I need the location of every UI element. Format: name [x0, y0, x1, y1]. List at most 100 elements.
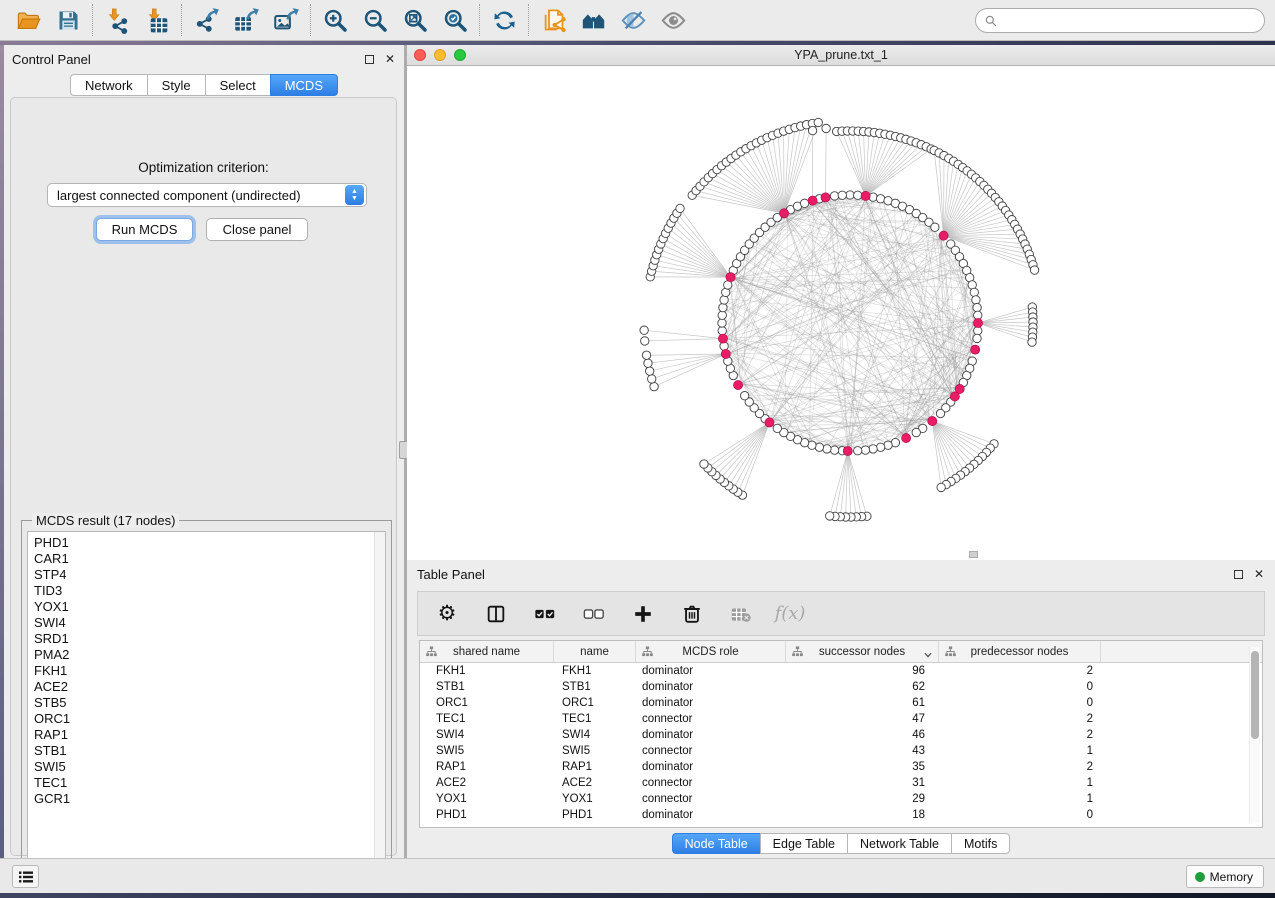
select-all-icon — [534, 603, 556, 625]
show-details-button[interactable] — [653, 3, 693, 37]
refresh-view-button[interactable] — [484, 3, 524, 37]
zoom-in-button[interactable] — [315, 3, 355, 37]
mcds-result-item[interactable]: FKH1 — [34, 663, 385, 679]
open-file-button[interactable] — [8, 3, 48, 37]
table-row[interactable]: ACE2ACE2connector311 — [420, 775, 1262, 791]
delete-column-icon — [681, 603, 703, 625]
table-row[interactable]: SWI5SWI5connector431 — [420, 743, 1262, 759]
main-toolbar — [0, 0, 1275, 41]
table-row[interactable]: SWI4SWI4dominator462 — [420, 727, 1262, 743]
mcds-result-item[interactable]: PMA2 — [34, 647, 385, 663]
panel-menu-button[interactable] — [12, 865, 39, 888]
column-header-predecessor-nodes[interactable]: predecessor nodes — [939, 641, 1101, 662]
table-row[interactable]: STB1STB1dominator620 — [420, 679, 1262, 695]
export-table-button[interactable] — [226, 3, 266, 37]
network-canvas[interactable] — [407, 66, 1275, 560]
table-row[interactable]: RAP1RAP1dominator352 — [420, 759, 1262, 775]
tab-style[interactable]: Style — [147, 74, 205, 96]
search-input[interactable] — [975, 8, 1265, 33]
tab-motifs[interactable]: Motifs — [951, 833, 1010, 854]
mcds-result-item[interactable]: SWI5 — [34, 759, 385, 775]
toolbar-separator — [92, 4, 93, 36]
network-window-titlebar[interactable]: YPA_prune.txt_1 — [407, 45, 1275, 66]
tab-network-table[interactable]: Network Table — [847, 833, 951, 854]
tab-edge-table[interactable]: Edge Table — [760, 833, 847, 854]
function-builder-button[interactable]: f(x) — [777, 601, 803, 627]
delete-table-button[interactable] — [728, 601, 754, 627]
tab-network[interactable]: Network — [70, 74, 147, 96]
mcds-result-item[interactable]: RAP1 — [34, 727, 385, 743]
mcds-panel: Optimization criterion: largest connecte… — [10, 97, 397, 856]
mcds-result-item[interactable]: STP4 — [34, 567, 385, 583]
run-mcds-button[interactable]: Run MCDS — [96, 218, 193, 241]
table-cell: 0 — [939, 697, 1101, 709]
table-cell: dominator — [636, 809, 786, 821]
float-table-panel-icon[interactable] — [1232, 568, 1244, 580]
function-builder-icon: f(x) — [775, 603, 806, 624]
deselect-all-button[interactable] — [581, 601, 607, 627]
mcds-result-item[interactable]: STB5 — [34, 695, 385, 711]
zoom-selected-button[interactable] — [435, 3, 475, 37]
import-network-button[interactable] — [97, 3, 137, 37]
mcds-list-scrollbar[interactable] — [374, 532, 385, 885]
mcds-result-item[interactable]: PHD1 — [34, 535, 385, 551]
mcds-result-item[interactable]: ACE2 — [34, 679, 385, 695]
mcds-result-item[interactable]: ORC1 — [34, 711, 385, 727]
close-panel-button[interactable]: Close panel — [206, 218, 308, 241]
network-graph[interactable] — [407, 66, 1275, 560]
canvas-resize-handle[interactable] — [969, 551, 978, 558]
table-scrollbar-thumb[interactable] — [1251, 651, 1259, 739]
close-panel-icon[interactable]: ✕ — [384, 53, 396, 65]
table-row[interactable]: ORC1ORC1dominator610 — [420, 695, 1262, 711]
mcds-result-item[interactable]: TEC1 — [34, 775, 385, 791]
table-row[interactable]: FKH1FKH1dominator962 — [420, 663, 1262, 679]
table-cell: SWI5 — [554, 745, 636, 757]
export-image-button[interactable] — [266, 3, 306, 37]
table-cell: FKH1 — [420, 665, 554, 677]
memory-button[interactable]: Memory — [1186, 865, 1264, 888]
columns-button[interactable] — [483, 601, 509, 627]
add-column-button[interactable] — [630, 601, 656, 627]
sort-chevron-icon[interactable] — [924, 649, 932, 661]
mcds-result-item[interactable]: GCR1 — [34, 791, 385, 807]
column-header-successor-nodes[interactable]: successor nodes — [786, 641, 939, 662]
tab-node-table[interactable]: Node Table — [672, 833, 760, 854]
table-cell: 2 — [939, 713, 1101, 725]
delete-column-button[interactable] — [679, 601, 705, 627]
zoom-fit-button[interactable] — [395, 3, 435, 37]
table-cell: STB1 — [420, 681, 554, 693]
mcds-result-list[interactable]: PHD1CAR1STP4TID3YOX1SWI4SRD1PMA2FKH1ACE2… — [27, 531, 386, 886]
column-header-name[interactable]: name — [554, 641, 636, 662]
table-row[interactable]: YOX1YOX1connector291 — [420, 791, 1262, 807]
mcds-result-item[interactable]: STB1 — [34, 743, 385, 759]
hide-details-button[interactable] — [613, 3, 653, 37]
zoom-out-button[interactable] — [355, 3, 395, 37]
column-header-shared-name[interactable]: shared name — [420, 641, 554, 662]
table-cell: ORC1 — [554, 697, 636, 709]
tab-mcds[interactable]: MCDS — [270, 74, 338, 96]
gear-button[interactable]: ⚙ — [434, 601, 460, 627]
export-network-button[interactable] — [186, 3, 226, 37]
save-session-button[interactable] — [48, 3, 88, 37]
table-cell: dominator — [636, 665, 786, 677]
table-scrollbar[interactable] — [1249, 647, 1260, 823]
hierarchy-icon — [792, 646, 803, 660]
float-panel-icon[interactable] — [363, 53, 375, 65]
mcds-result-item[interactable]: CAR1 — [34, 551, 385, 567]
tab-select[interactable]: Select — [205, 74, 270, 96]
mcds-result-item[interactable]: TID3 — [34, 583, 385, 599]
search-binoculars-button[interactable] — [573, 3, 613, 37]
clone-network-button[interactable] — [533, 3, 573, 37]
mcds-result-item[interactable]: YOX1 — [34, 599, 385, 615]
table-row[interactable]: TEC1TEC1connector472 — [420, 711, 1262, 727]
table-row[interactable]: PHD1PHD1dominator180 — [420, 807, 1262, 823]
table-cell: 2 — [939, 761, 1101, 773]
select-all-button[interactable] — [532, 601, 558, 627]
table-cell: RAP1 — [420, 761, 554, 773]
close-table-panel-icon[interactable]: ✕ — [1253, 568, 1265, 580]
mcds-result-item[interactable]: SWI4 — [34, 615, 385, 631]
column-header-MCDS-role[interactable]: MCDS role — [636, 641, 786, 662]
mcds-result-item[interactable]: SRD1 — [34, 631, 385, 647]
optimization-criterion-select[interactable]: largest connected component (undirected)… — [47, 183, 367, 207]
import-table-button[interactable] — [137, 3, 177, 37]
